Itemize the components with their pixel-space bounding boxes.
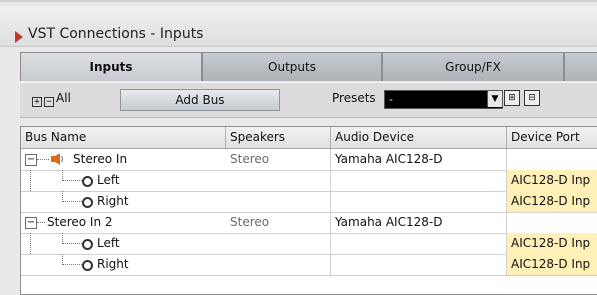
channel-name: Right <box>97 257 129 271</box>
device-port-cell[interactable]: AIC128-D Inp <box>507 233 597 254</box>
speakers-cell: Stereo <box>226 212 331 233</box>
audio-device-cell <box>331 233 507 254</box>
table-row[interactable]: Right AIC128-D Inp <box>21 191 597 213</box>
table-row[interactable]: Left AIC128-D Inp <box>21 170 597 192</box>
device-port-cell[interactable]: AIC128-D Inp <box>507 191 597 212</box>
presets-value: - <box>389 93 393 106</box>
column-header-device-port[interactable]: Device Port <box>507 127 597 148</box>
expand-collapse-controls: + − <box>32 93 56 107</box>
audio-device-cell[interactable]: Yamaha AIC128-D <box>331 149 507 170</box>
channel-connector-icon <box>82 176 93 187</box>
column-header-bus-name[interactable]: Bus Name <box>21 127 226 148</box>
table-row[interactable]: Right AIC128-D Inp <box>21 254 597 276</box>
tree-connector <box>37 222 45 223</box>
window-top-edge <box>0 0 597 2</box>
window-title: VST Connections - Inputs <box>28 26 204 42</box>
collapse-toggle-icon[interactable]: − <box>25 217 37 229</box>
tree-connector <box>62 243 82 244</box>
tree-connector <box>37 159 49 160</box>
table-row[interactable]: Left AIC128-D Inp <box>21 233 597 255</box>
speakers-cell: Stereo <box>226 149 331 170</box>
channel-connector-icon <box>82 197 93 208</box>
speaker-icon <box>51 153 63 165</box>
remove-preset-icon[interactable]: ⊟ <box>524 90 540 106</box>
all-label: All <box>56 91 71 105</box>
bus-name: Stereo In 2 <box>47 215 113 229</box>
bus-tree-cell: Right <box>21 254 226 275</box>
tree-connector <box>62 201 82 202</box>
collapse-all-icon[interactable]: − <box>44 97 54 107</box>
device-port-cell[interactable]: AIC128-D Inp <box>507 254 597 275</box>
tab-bar: Inputs Outputs Group/FX <box>20 52 597 82</box>
title-bar: VST Connections - Inputs <box>0 6 597 47</box>
table-header: Bus Name Speakers Audio Device Device Po… <box>21 127 597 149</box>
bus-name: Stereo In <box>73 152 128 166</box>
presets-label: Presets <box>332 91 376 105</box>
toolbar: + − All Add Bus Presets - ▼ ⊞ ⊟ <box>20 82 597 118</box>
device-port-cell[interactable] <box>507 149 597 170</box>
tree-connector <box>30 233 31 254</box>
channel-name: Right <box>97 194 129 208</box>
presets-dropdown[interactable]: - ▼ <box>384 90 503 109</box>
speakers-cell <box>226 233 331 254</box>
tab-outputs[interactable]: Outputs <box>202 52 382 81</box>
bus-tree-cell: Right <box>21 191 226 212</box>
column-header-audio-device[interactable]: Audio Device <box>331 127 507 148</box>
channel-name: Left <box>97 173 120 187</box>
store-preset-icon[interactable]: ⊞ <box>504 90 520 106</box>
speakers-cell <box>226 254 331 275</box>
cubase-logo-icon <box>15 31 23 43</box>
expand-all-icon[interactable]: + <box>32 97 42 107</box>
audio-device-cell <box>331 170 507 191</box>
tree-connector <box>62 180 82 181</box>
audio-device-cell <box>331 191 507 212</box>
column-header-speakers[interactable]: Speakers <box>226 127 331 148</box>
chevron-down-icon[interactable]: ▼ <box>487 91 502 107</box>
device-port-cell[interactable]: AIC128-D Inp <box>507 170 597 191</box>
audio-device-cell[interactable]: Yamaha AIC128-D <box>331 212 507 233</box>
table-row[interactable]: − Stereo In 2 Stereo Yamaha AIC128-D <box>21 212 597 234</box>
speakers-cell <box>226 170 331 191</box>
tab-inputs[interactable]: Inputs <box>20 52 202 81</box>
add-bus-button[interactable]: Add Bus <box>120 89 280 111</box>
tree-connector <box>62 264 82 265</box>
device-port-cell[interactable] <box>507 212 597 233</box>
channel-name: Left <box>97 236 120 250</box>
tree-connector <box>30 170 31 191</box>
tab-next[interactable] <box>564 52 597 81</box>
bus-tree-cell: − Stereo In <box>21 149 226 170</box>
bus-tree-cell: − Stereo In 2 <box>21 212 226 233</box>
bus-table: Bus Name Speakers Audio Device Device Po… <box>20 126 597 295</box>
tab-group-fx[interactable]: Group/FX <box>382 52 564 81</box>
bus-tree-cell: Left <box>21 233 226 254</box>
collapse-toggle-icon[interactable]: − <box>25 154 37 166</box>
table-row[interactable]: − Stereo In Stereo Yamaha AIC128-D <box>21 149 597 171</box>
channel-connector-icon <box>82 239 93 250</box>
speakers-cell <box>226 191 331 212</box>
channel-connector-icon <box>82 260 93 271</box>
bus-tree-cell: Left <box>21 170 226 191</box>
audio-device-cell <box>331 254 507 275</box>
